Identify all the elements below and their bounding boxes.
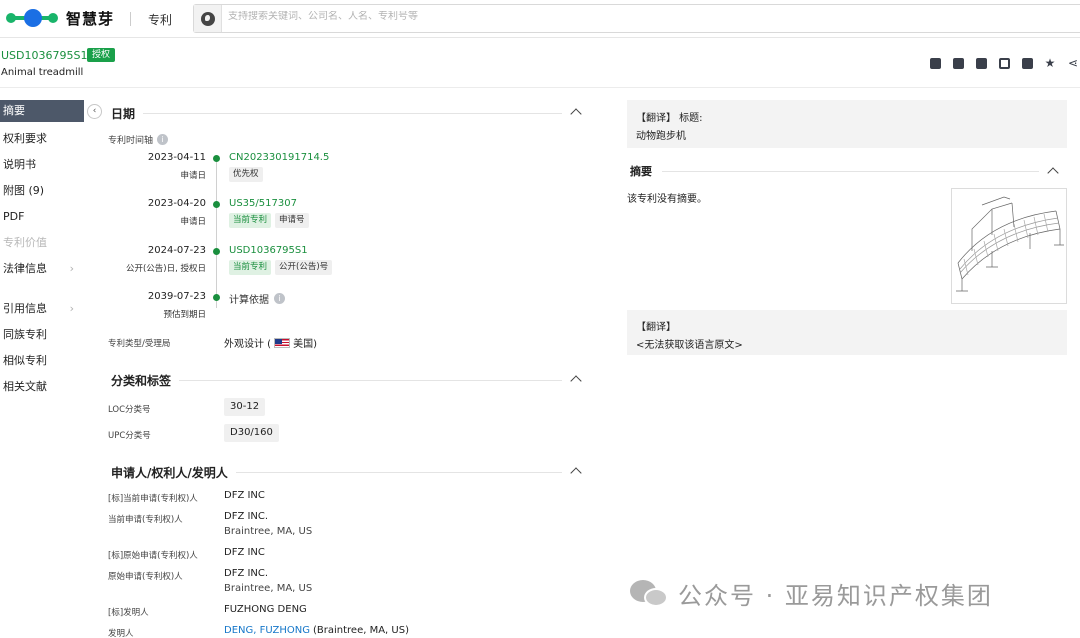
info-icon[interactable]: i <box>157 134 169 145</box>
logo-icon <box>6 7 58 29</box>
abstract-translation-box: 【翻译】 <无法获取该语言原文> <box>627 310 1067 355</box>
applicant-row: 当前申请(专利权)人 DFZ INC. Braintree, MA, US <box>108 511 313 537</box>
section-title: 申请人/权利人/发明人 <box>104 463 236 481</box>
sidebar-item-family[interactable]: 同族专利 <box>0 322 84 348</box>
language-button[interactable] <box>194 5 222 32</box>
wechat-icon <box>630 578 670 608</box>
applicant-row: [标]原始申请(专利权)人 DFZ INC <box>108 547 265 561</box>
title-translation-box: 【翻译】 标题: 动物跑步机 <box>627 100 1067 148</box>
timeline-dot <box>213 155 220 162</box>
applicant-link[interactable]: DFZ INC. <box>224 568 268 579</box>
pdf-download-icon[interactable] <box>974 57 988 70</box>
calculation-basis: 计算依据 i <box>229 291 285 306</box>
timeline-number-link[interactable]: CN202330191714.5 <box>229 152 329 163</box>
sidebar-item-legal[interactable]: 法律信息 › <box>0 256 84 282</box>
timeline-number-link[interactable]: USD1036795S1 <box>229 245 308 256</box>
search-input[interactable] <box>228 11 828 22</box>
treadmill-drawing <box>956 196 1064 292</box>
status-badge: 授权 <box>87 48 116 62</box>
patent-type-office: 专利类型/受理局 外观设计 ( 美国) <box>108 337 317 350</box>
applicant-row: [标]当前申请(专利权)人 DFZ INC <box>108 490 265 504</box>
loc-classification: LOC分类号 30-12 <box>108 398 588 417</box>
applicant-row: 原始申请(专利权)人 DFZ INC. Braintree, MA, US <box>108 568 313 594</box>
patent-timeline: 2023-04-11 申请日 CN202330191714.5 优先权 2023… <box>104 150 584 326</box>
timeline-dot <box>213 201 220 208</box>
collapse-sidebar-button[interactable]: ‹ <box>87 104 102 119</box>
star-icon[interactable]: ★ <box>1043 57 1057 70</box>
us-flag-icon <box>274 337 291 348</box>
timeline-dot <box>213 294 220 301</box>
edit-note-icon[interactable] <box>928 57 942 70</box>
upc-code[interactable]: D30/160 <box>224 424 279 442</box>
sidebar-item-pdf[interactable]: PDF <box>0 204 84 230</box>
folder-icon[interactable] <box>951 57 965 70</box>
timeline-label: 专利时间轴 i <box>108 133 169 146</box>
section-title: 日期 <box>104 104 144 122</box>
tag-current-patent: 当前专利 <box>229 260 272 275</box>
export-icon[interactable] <box>1020 57 1034 70</box>
copy-icon[interactable] <box>997 57 1011 70</box>
patent-drawing-thumbnail[interactable] <box>951 188 1067 304</box>
dates-section-header[interactable]: 日期 <box>104 102 590 124</box>
applicant-link[interactable]: DFZ INC <box>224 490 265 501</box>
header-toolbar: ★ ⋖ <box>928 57 1080 70</box>
tag-current-patent: 当前专利 <box>229 213 272 228</box>
watermark: 公众号 · 亚易知识产权集团 <box>630 576 993 610</box>
chevron-up-icon[interactable] <box>570 375 582 387</box>
search-bar <box>193 4 1080 33</box>
chevron-up-icon[interactable] <box>570 467 582 479</box>
patent-title: Animal treadmill <box>1 67 84 78</box>
applicant-link[interactable]: DFZ INC <box>224 547 265 558</box>
inventor-row: 发明人 DENG, FUZHONG (Braintree, MA, US) <box>108 625 409 638</box>
loc-code[interactable]: 30-12 <box>224 398 266 416</box>
nav-divider <box>130 12 131 26</box>
sidebar-item-abstract[interactable]: 摘要 <box>0 100 84 122</box>
publication-number: USD1036795S1 <box>1 49 88 62</box>
inventor-link[interactable]: DENG, FUZHONG <box>224 625 310 636</box>
tag-priority: 优先权 <box>229 167 263 182</box>
inventor-name: FUZHONG DENG <box>224 604 307 615</box>
sidebar-item-citations[interactable]: 引用信息 › <box>0 296 84 322</box>
timeline-number-link[interactable]: US35/517307 <box>229 198 297 209</box>
section-title: 摘要 <box>630 165 652 178</box>
inventor-row: [标]发明人 FUZHONG DENG <box>108 604 307 618</box>
patent-header: USD1036795S1 授权 Animal treadmill ★ ⋖ <box>0 40 1080 88</box>
sidebar-item-literature[interactable]: 相关文献 <box>0 374 84 400</box>
sidebar-item-similar[interactable]: 相似专利 <box>0 348 84 374</box>
tag-application-no: 申请号 <box>275 213 309 228</box>
info-icon[interactable]: i <box>274 293 285 304</box>
sidebar-item-drawings[interactable]: 附图 (9) <box>0 178 84 204</box>
logo-text: 智慧芽 <box>66 9 115 28</box>
timeline-dot <box>213 248 220 255</box>
abstract-section-header[interactable]: 摘要 <box>627 162 1067 180</box>
chevron-right-icon: › <box>69 302 74 315</box>
logo[interactable]: 智慧芽 <box>6 7 114 29</box>
applicants-section-header[interactable]: 申请人/权利人/发明人 <box>104 461 590 483</box>
chevron-up-icon[interactable] <box>1047 167 1059 179</box>
applicant-link[interactable]: DFZ INC. <box>224 511 268 522</box>
chevron-left-icon: ‹ <box>92 106 97 116</box>
nav-patent-tab[interactable]: 专利 <box>148 11 172 28</box>
top-bar: 智慧芽 专利 <box>0 0 1080 38</box>
share-icon[interactable]: ⋖ <box>1066 57 1080 70</box>
sidebar-item-description[interactable]: 说明书 <box>0 152 84 178</box>
chevron-right-icon: › <box>69 262 74 275</box>
upc-classification: UPC分类号 D30/160 <box>108 424 588 443</box>
sidebar-nav: 摘要 权利要求 说明书 附图 (9) PDF 专利价值 法律信息 › 引用信息 › … <box>0 100 84 400</box>
globe-icon <box>200 11 215 26</box>
sidebar-item-claims[interactable]: 权利要求 <box>0 126 84 152</box>
watermark-text: 公众号 · 亚易知识产权集团 <box>678 581 993 610</box>
no-abstract-text: 该专利没有摘要。 <box>627 194 707 205</box>
tag-publication-no: 公开(公告)号 <box>275 260 333 275</box>
section-title: 分类和标签 <box>104 371 180 389</box>
classification-section-header[interactable]: 分类和标签 <box>104 369 590 391</box>
sidebar-item-value[interactable]: 专利价值 <box>0 230 84 256</box>
chevron-up-icon[interactable] <box>570 108 582 120</box>
